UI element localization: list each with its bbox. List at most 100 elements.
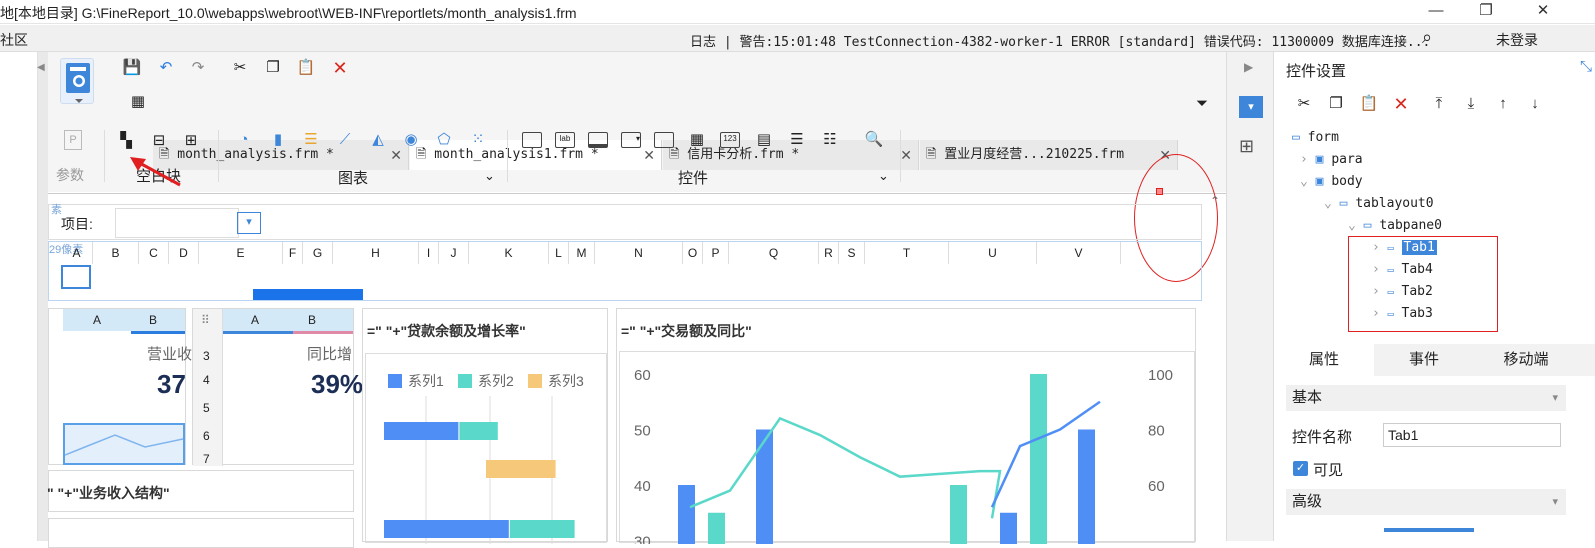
log-message[interactable]: 日志 | 警告:15:01:48 TestConnection-4382-wor… — [690, 31, 1430, 50]
move-up-icon[interactable]: ↑ — [1493, 94, 1513, 114]
radar-chart-icon[interactable]: ⬠ — [434, 130, 454, 150]
column-header-L[interactable]: L — [549, 242, 569, 264]
minimize-button[interactable]: — — [1413, 0, 1459, 24]
tree-node-tabpane0[interactable]: ⌄ ▭ tabpane0 — [1348, 218, 1442, 233]
column-header-A[interactable]: A — [61, 242, 93, 264]
grid-layout-icon[interactable]: ⊞ — [181, 131, 201, 151]
delete-icon[interactable]: ✕ — [1391, 94, 1411, 114]
mini-card-growth[interactable]: ⠿ A B 3 4 5 6 7 同比增 39% — [192, 308, 363, 466]
tab-menu-icon[interactable]: ⏷ — [1192, 94, 1212, 114]
chart-expand-icon[interactable]: ⌄ — [484, 168, 495, 184]
search-icon[interactable]: ⌕ — [1422, 27, 1432, 48]
tree-node-tab4[interactable]: › ▭ Tab4 — [1372, 262, 1433, 277]
number-control-icon[interactable]: 123 — [720, 132, 740, 148]
list-control-icon[interactable] — [654, 132, 674, 148]
expand-right-icon[interactable]: ▶ — [1244, 60, 1253, 74]
tree-node-form[interactable]: ▭ form — [1292, 130, 1339, 145]
gauge-chart-icon[interactable]: ◉ — [401, 130, 421, 150]
column-header-V[interactable]: V — [1037, 242, 1121, 264]
pie-chart-icon[interactable]: ◔ — [234, 130, 254, 150]
scroll-up-icon[interactable]: ⌃ — [1210, 194, 1220, 208]
revenue-structure-card[interactable]: " "+"业务收入结构" — [47, 470, 354, 512]
visible-checkbox[interactable]: ✓ — [1293, 461, 1308, 476]
name-input[interactable]: Tab1 — [1383, 423, 1561, 447]
tree-node-para[interactable]: › ▣ para — [1300, 152, 1363, 167]
bar-chart-icon[interactable]: ▮ — [268, 130, 288, 150]
pin-icon[interactable]: ⤡ — [1580, 58, 1592, 75]
split-layout-icon[interactable]: ⊟ — [149, 131, 169, 151]
column-header-N[interactable]: N — [595, 242, 683, 264]
text-control-icon[interactable]: lab — [555, 132, 575, 148]
collapse-left-icon[interactable]: ◀ — [37, 62, 45, 73]
column-header-Q[interactable]: Q — [729, 242, 819, 264]
column-header-J[interactable]: J — [439, 242, 469, 264]
paste-icon[interactable]: 📋 — [1359, 94, 1379, 114]
textarea-control-icon[interactable]: ▤ — [754, 130, 774, 150]
tree-node-body[interactable]: ⌄ ▣ body — [1300, 174, 1363, 189]
column-header-D[interactable]: D — [169, 242, 199, 264]
scatter-chart-icon[interactable]: ⁙ — [468, 130, 488, 150]
selected-range-bar[interactable] — [253, 289, 363, 300]
redo-icon[interactable]: ↷ — [188, 58, 208, 78]
cut-icon[interactable]: ✂ — [230, 58, 250, 78]
column-header-C[interactable]: C — [139, 242, 169, 264]
close-tab-icon[interactable]: ✕ — [900, 140, 912, 170]
trade-chart-card[interactable]: =" "+"交易额及同比" 60 50 40 30 100 80 60 — [616, 308, 1196, 548]
checkbox-control-icon[interactable]: ☷ — [820, 130, 840, 150]
grid-icon[interactable]: ▦ — [128, 92, 148, 112]
tree-node-tab2[interactable]: › ▭ Tab2 — [1372, 284, 1433, 299]
radio-control-icon[interactable]: ☰ — [787, 130, 807, 150]
item-input[interactable] — [115, 208, 239, 238]
tab-mobile[interactable]: 移动端 — [1474, 344, 1578, 376]
collapse-icon[interactable]: ▾ — [1552, 385, 1558, 411]
community-link[interactable]: 社区 — [0, 30, 28, 50]
close-button[interactable]: ✕ — [1520, 0, 1566, 24]
tab-events[interactable]: 事件 — [1374, 344, 1474, 376]
combo-control-icon[interactable]: ▾ — [621, 132, 641, 148]
tab-properties[interactable]: 属性 — [1274, 344, 1374, 376]
advanced-section[interactable]: 高级 ▾ — [1286, 489, 1566, 515]
combo-dropdown-icon[interactable]: ▾ — [237, 212, 261, 234]
widget-settings-icon[interactable]: ▾ — [1239, 96, 1263, 118]
column-header-E[interactable]: E — [199, 242, 283, 264]
area-chart-icon[interactable]: ◭ — [368, 130, 388, 150]
collapse-icon[interactable]: ▾ — [1552, 489, 1558, 515]
delete-icon[interactable]: ✕ — [330, 58, 350, 78]
column-header-S[interactable]: S — [839, 242, 865, 264]
login-link[interactable]: 未登录 — [1496, 30, 1538, 50]
column-header-M[interactable]: M — [569, 242, 595, 264]
preview-button[interactable] — [60, 58, 94, 104]
copy-icon[interactable]: ❐ — [1326, 94, 1346, 114]
left-collapse-bar[interactable]: ◀ — [37, 52, 48, 541]
move-bottom-icon[interactable]: ⤓ — [1461, 94, 1481, 114]
tree-node-tablayout0[interactable]: ⌄ ▭ tablayout0 — [1324, 196, 1434, 211]
mini-card-revenue[interactable]: A B 营业收 37 — [48, 308, 192, 465]
column-header-B[interactable]: B — [93, 242, 139, 264]
component-lib-icon[interactable]: ⊞ — [1239, 136, 1254, 157]
blank-block-icon[interactable]: ▚ — [116, 131, 136, 151]
column-header-O[interactable]: O — [683, 242, 703, 264]
move-down-icon[interactable]: ↓ — [1525, 94, 1545, 114]
tree-node-tab3[interactable]: › ▭ Tab3 — [1372, 306, 1433, 321]
grid-handle-icon[interactable]: ⠿ — [201, 313, 210, 327]
column-header-F[interactable]: F — [283, 242, 303, 264]
tree-node-tab1[interactable]: › ▭ Tab1 — [1372, 240, 1437, 255]
column-header-G[interactable]: G — [303, 242, 333, 264]
basic-section[interactable]: 基本 ▾ — [1286, 385, 1566, 411]
column-header-T[interactable]: T — [865, 242, 949, 264]
file-tab-4[interactable]: 🗎 置业月度经营...210225.frm ✕ — [920, 140, 1178, 170]
column-header-U[interactable]: U — [949, 242, 1037, 264]
control-expand-icon[interactable]: ⌄ — [878, 168, 889, 184]
column-header-K[interactable]: K — [469, 242, 549, 264]
cut-icon[interactable]: ✂ — [1294, 94, 1314, 114]
button-control-icon[interactable] — [588, 132, 608, 148]
column-header-R[interactable]: R — [819, 242, 839, 264]
save-icon[interactable]: 💾 — [122, 58, 142, 78]
selected-cell[interactable] — [61, 265, 91, 289]
column-header-H[interactable]: H — [333, 242, 419, 264]
copy-icon[interactable]: ❐ — [263, 58, 283, 78]
label-control-icon[interactable] — [522, 132, 542, 148]
paste-icon[interactable]: 📋 — [296, 58, 316, 78]
loan-chart-card[interactable]: =" "+"贷款余额及增长率" 系列1 系列2 系列3 — [362, 308, 608, 544]
line-chart-icon[interactable]: ⟋ — [335, 130, 355, 150]
